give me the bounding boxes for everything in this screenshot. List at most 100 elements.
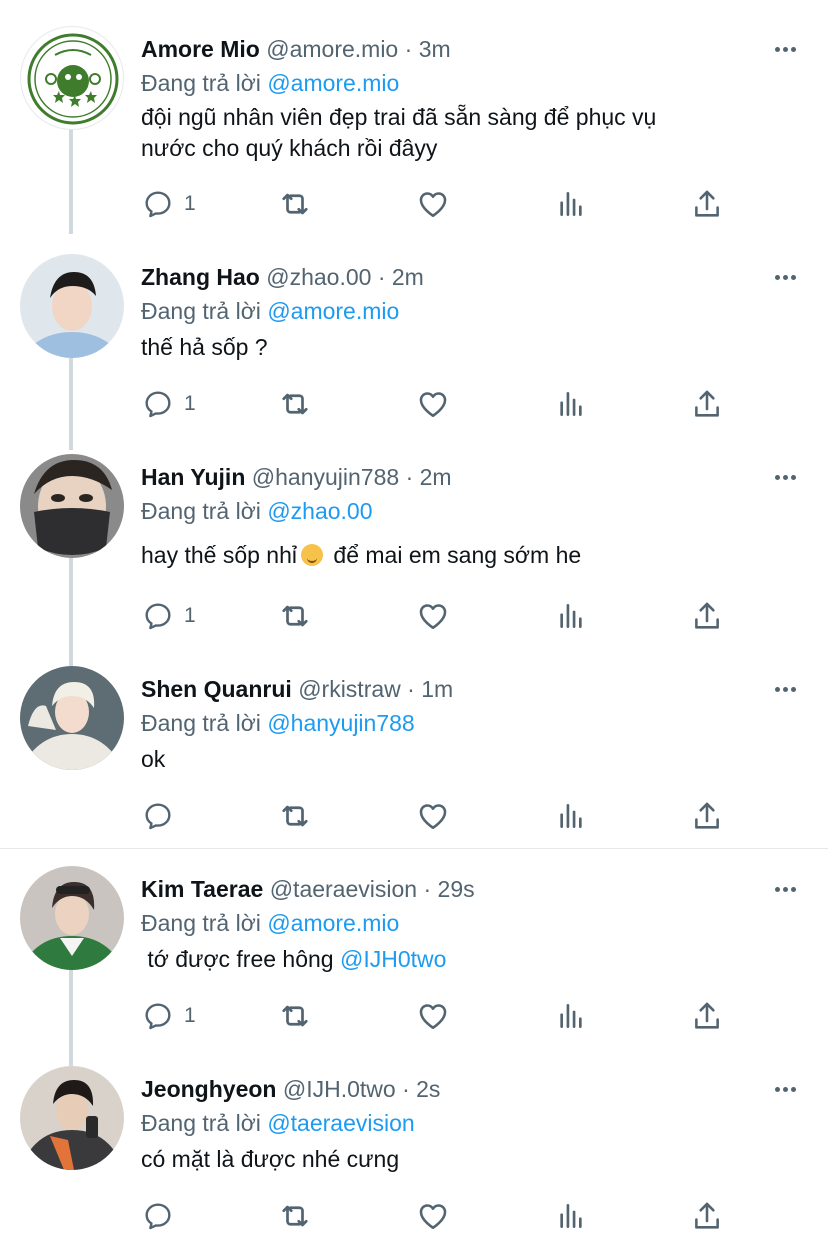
tweet[interactable]: Jeonghyeon @IJH.0two · 2s Đang trả lời @… [0, 1066, 828, 1248]
share-button[interactable] [690, 384, 724, 424]
replying-to: Đang trả lời @amore.mio [141, 68, 399, 98]
views-icon [555, 600, 587, 632]
reply-button[interactable] [142, 1196, 184, 1236]
reply-to-link[interactable]: @taeraevision [267, 1110, 414, 1136]
like-button[interactable] [416, 1196, 450, 1236]
views-button[interactable] [555, 996, 587, 1036]
more-icon[interactable] [770, 262, 800, 292]
reply-to-link[interactable]: @zhao.00 [267, 498, 372, 524]
retweet-button[interactable] [277, 796, 313, 836]
views-icon [555, 800, 587, 832]
like-button[interactable] [416, 796, 450, 836]
more-icon[interactable] [770, 34, 800, 64]
separator-dot: · [402, 1076, 410, 1102]
share-icon [690, 387, 724, 421]
display-name[interactable]: Zhang Hao [141, 264, 260, 290]
retweet-button[interactable] [277, 596, 313, 636]
avatar-photo [20, 1066, 124, 1170]
more-icon[interactable] [770, 462, 800, 492]
timestamp[interactable]: 29s [438, 876, 475, 902]
reply-button[interactable] [142, 796, 184, 836]
retweet-button[interactable] [277, 384, 313, 424]
tweet-header: Kim Taerae @taeraevision · 29s [141, 874, 768, 904]
avatar[interactable] [20, 26, 124, 130]
more-icon[interactable] [770, 674, 800, 704]
timestamp[interactable]: 2m [420, 464, 452, 490]
display-name[interactable]: Jeonghyeon [141, 1076, 276, 1102]
avatar[interactable] [20, 454, 124, 558]
replying-prefix: Đang trả lời [141, 710, 261, 736]
views-button[interactable] [555, 796, 587, 836]
reply-button[interactable]: 1 [142, 596, 196, 636]
timestamp[interactable]: 1m [421, 676, 453, 702]
reply-to-link[interactable]: @hanyujin788 [267, 710, 414, 736]
retweet-button[interactable] [277, 1196, 313, 1236]
replying-to: Đang trả lời @taeraevision [141, 1108, 415, 1138]
smiling-face-emoji-icon [301, 544, 324, 566]
like-icon [416, 187, 450, 221]
tweet[interactable]: Kim Taerae @taeraevision · 29s Đang trả … [0, 866, 828, 1056]
views-button[interactable] [555, 596, 587, 636]
views-button[interactable] [555, 1196, 587, 1236]
avatar[interactable] [20, 254, 124, 358]
tweet-text: đội ngũ nhân viên đẹp trai đã sẵn sàng đ… [141, 102, 768, 164]
tweet[interactable]: Han Yujin @hanyujin788 · 2m Đang trả lời… [0, 454, 828, 654]
display-name[interactable]: Kim Taerae [141, 876, 263, 902]
mention-link[interactable]: @IJH0two [340, 946, 446, 972]
views-button[interactable] [555, 384, 587, 424]
share-button[interactable] [690, 596, 724, 636]
replying-to: Đang trả lời @amore.mio [141, 296, 399, 326]
share-icon [690, 1199, 724, 1233]
like-button[interactable] [416, 996, 450, 1036]
retweet-button[interactable] [277, 184, 313, 224]
reply-to-link[interactable]: @amore.mio [267, 298, 399, 324]
share-button[interactable] [690, 184, 724, 224]
reply-to-link[interactable]: @amore.mio [267, 910, 399, 936]
display-name[interactable]: Han Yujin [141, 464, 245, 490]
user-handle[interactable]: @IJH.0two [283, 1076, 396, 1102]
user-handle[interactable]: @zhao.00 [266, 264, 371, 290]
timestamp[interactable]: 2s [416, 1076, 440, 1102]
share-icon [690, 799, 724, 833]
tweet[interactable]: Zhang Hao @zhao.00 · 2m Đang trả lời @am… [0, 254, 828, 444]
share-button[interactable] [690, 1196, 724, 1236]
tweet[interactable]: Shen Quanrui @rkistraw · 1m Đang trả lời… [0, 666, 828, 846]
like-button[interactable] [416, 184, 450, 224]
reply-count: 1 [184, 392, 196, 415]
reply-count: 1 [184, 192, 196, 215]
reply-icon [142, 1200, 174, 1232]
tweet-header: Jeonghyeon @IJH.0two · 2s [141, 1074, 768, 1104]
share-button[interactable] [690, 796, 724, 836]
user-handle[interactable]: @taeraevision [270, 876, 417, 902]
share-icon [690, 999, 724, 1033]
reply-button[interactable]: 1 [142, 996, 196, 1036]
tweet[interactable]: Amore Mio @amore.mio · 3m Đang trả lời @… [0, 26, 828, 236]
reply-button[interactable]: 1 [142, 184, 196, 224]
more-icon[interactable] [770, 874, 800, 904]
like-button[interactable] [416, 596, 450, 636]
tweet-header: Shen Quanrui @rkistraw · 1m [141, 674, 768, 704]
display-name[interactable]: Amore Mio [141, 36, 260, 62]
user-handle[interactable]: @amore.mio [266, 36, 398, 62]
replying-to: Đang trả lời @zhao.00 [141, 496, 373, 526]
reply-button[interactable]: 1 [142, 384, 196, 424]
avatar-photo [20, 666, 124, 770]
views-button[interactable] [555, 184, 587, 224]
reply-to-link[interactable]: @amore.mio [267, 70, 399, 96]
user-handle[interactable]: @rkistraw [298, 676, 401, 702]
share-button[interactable] [690, 996, 724, 1036]
more-icon[interactable] [770, 1074, 800, 1104]
views-icon [555, 1000, 587, 1032]
timestamp[interactable]: 3m [419, 36, 451, 62]
reply-icon [142, 800, 174, 832]
avatar[interactable] [20, 1066, 124, 1170]
avatar[interactable] [20, 866, 124, 970]
display-name[interactable]: Shen Quanrui [141, 676, 292, 702]
like-icon [416, 799, 450, 833]
retweet-button[interactable] [277, 996, 313, 1036]
like-button[interactable] [416, 384, 450, 424]
avatar[interactable] [20, 666, 124, 770]
timestamp[interactable]: 2m [392, 264, 424, 290]
tweet-text-part: hay thế sốp nhỉ [141, 542, 298, 568]
user-handle[interactable]: @hanyujin788 [252, 464, 399, 490]
